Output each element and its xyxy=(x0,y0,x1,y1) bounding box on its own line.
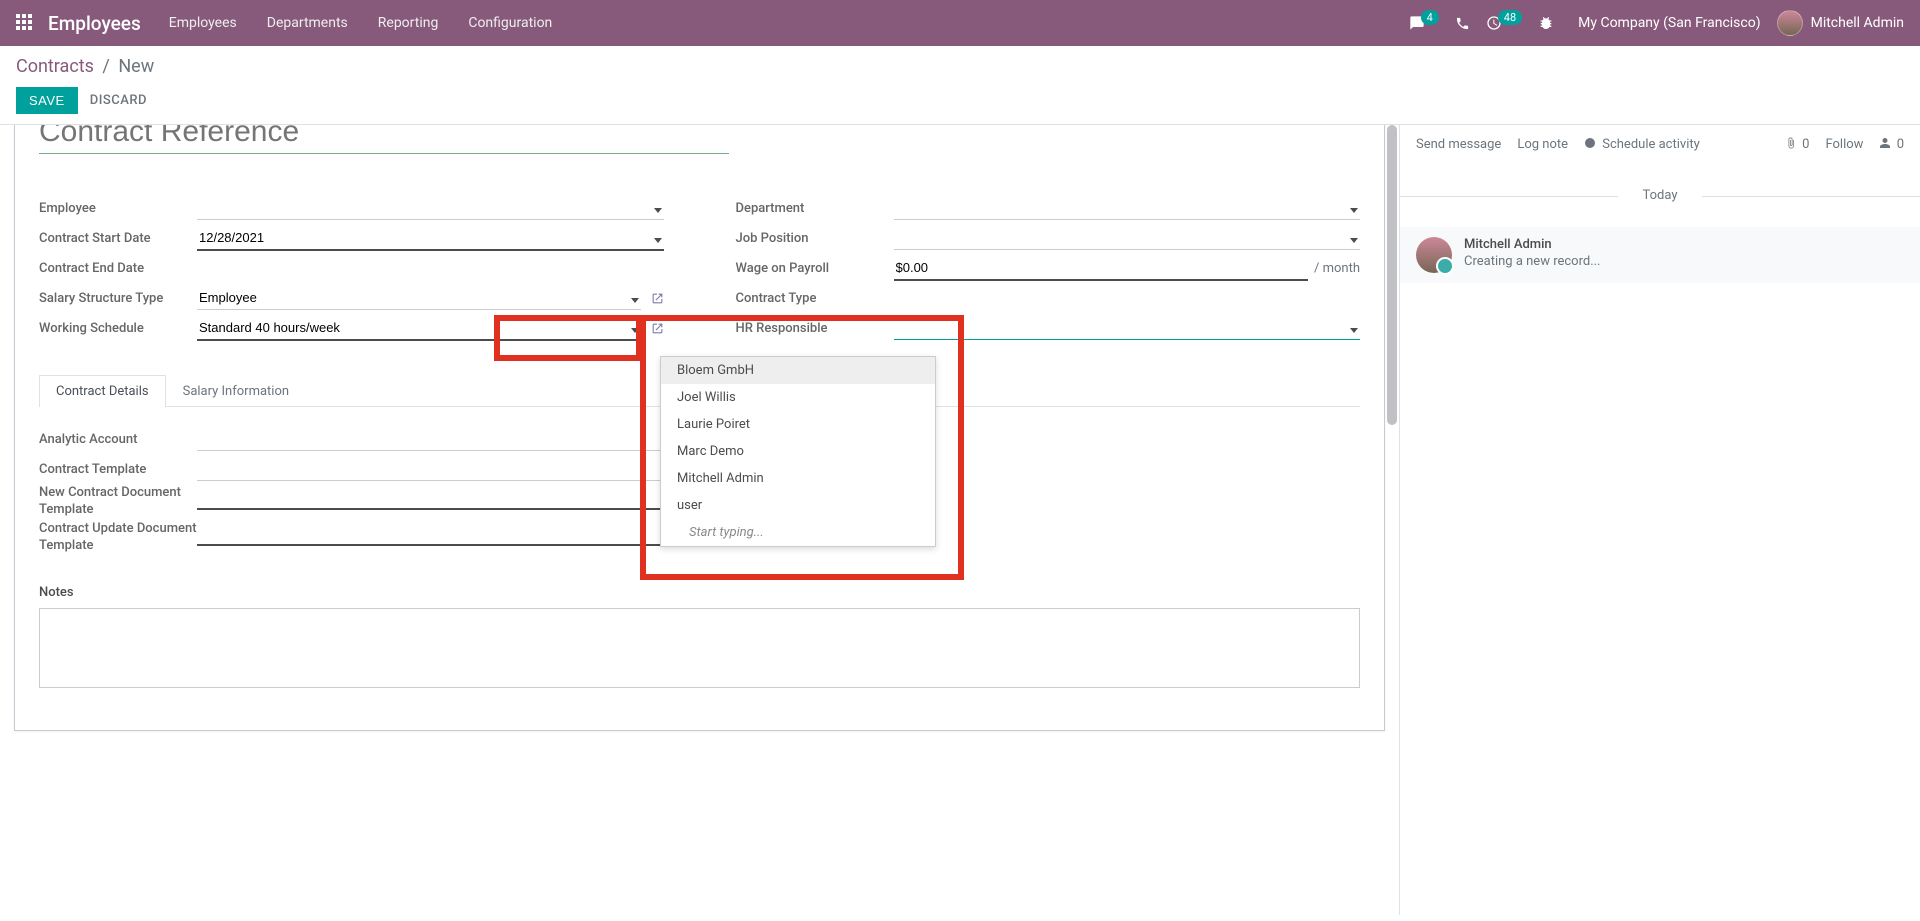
discard-button[interactable]: DISCARD xyxy=(90,88,147,113)
label-working-schedule: Working Schedule xyxy=(39,321,197,336)
contract-template-input[interactable] xyxy=(197,457,673,481)
nav-reporting[interactable]: Reporting xyxy=(378,15,439,31)
save-button[interactable]: SAVE xyxy=(16,87,78,114)
label-contract-template: Contract Template xyxy=(39,462,197,477)
breadcrumb-root[interactable]: Contracts xyxy=(16,56,94,77)
nav-configuration[interactable]: Configuration xyxy=(468,15,552,31)
dropdown-item[interactable]: Joel Willis xyxy=(661,384,935,411)
company-selector[interactable]: My Company (San Francisco) xyxy=(1578,15,1760,31)
apps-icon[interactable] xyxy=(16,14,34,32)
send-message-button[interactable]: Send message xyxy=(1416,137,1501,152)
debug-icon[interactable] xyxy=(1538,15,1554,31)
attachments-button[interactable]: 0 xyxy=(1785,137,1810,152)
label-end-date: Contract End Date xyxy=(39,261,197,276)
contract-type-input[interactable] xyxy=(894,287,1361,310)
dropdown-item[interactable]: Laurie Poiret xyxy=(661,411,935,438)
messages-badge: 4 xyxy=(1421,10,1439,25)
message-text: Creating a new record... xyxy=(1464,254,1601,269)
breadcrumb-current: New xyxy=(118,56,154,77)
user-avatar xyxy=(1777,10,1803,36)
activities-icon[interactable]: 48 xyxy=(1486,15,1522,31)
label-contract-update-doc-template: Contract Update Document Template xyxy=(39,521,197,555)
phone-icon[interactable] xyxy=(1455,16,1470,31)
external-link-icon[interactable] xyxy=(651,292,664,305)
notes-textarea[interactable] xyxy=(39,608,1360,688)
label-hr-responsible: HR Responsible xyxy=(736,321,894,336)
messaging-icon[interactable]: 4 xyxy=(1409,15,1439,31)
chatter-date-separator: Today xyxy=(1400,188,1920,203)
chevron-down-icon[interactable] xyxy=(654,202,662,217)
dropdown-item[interactable]: user xyxy=(661,492,935,519)
working-schedule-input[interactable] xyxy=(197,316,641,341)
message-author: Mitchell Admin xyxy=(1464,237,1601,252)
label-start-date: Contract Start Date xyxy=(39,231,197,246)
followers-count[interactable]: 0 xyxy=(1879,137,1904,152)
message-avatar xyxy=(1416,237,1452,273)
dropdown-start-typing: Start typing... xyxy=(661,519,935,546)
label-employee: Employee xyxy=(39,201,197,216)
hr-responsible-input[interactable] xyxy=(894,316,1361,340)
chevron-down-icon[interactable] xyxy=(631,292,639,307)
new-contract-doc-template-input[interactable] xyxy=(197,485,673,510)
salary-structure-input[interactable] xyxy=(197,286,641,310)
schedule-activity-button[interactable]: Schedule activity xyxy=(1584,137,1700,152)
chatter-panel: Send message Log note Schedule activity … xyxy=(1400,125,1920,915)
chevron-down-icon[interactable] xyxy=(1350,232,1358,247)
contract-reference-input[interactable] xyxy=(39,125,729,154)
end-date-input[interactable] xyxy=(197,257,664,280)
chevron-down-icon[interactable] xyxy=(631,322,639,337)
label-job-position: Job Position xyxy=(736,231,894,246)
analytic-account-input[interactable] xyxy=(197,427,673,451)
vertical-scrollbar[interactable] xyxy=(1387,125,1397,915)
form-area: Employee Contract Start Date Contract En… xyxy=(0,125,1400,915)
wage-input[interactable] xyxy=(894,256,1309,281)
department-input[interactable] xyxy=(894,196,1361,220)
label-analytic-account: Analytic Account xyxy=(39,432,197,447)
follow-button[interactable]: Follow xyxy=(1825,137,1863,152)
nav-departments[interactable]: Departments xyxy=(267,15,348,31)
user-menu[interactable]: Mitchell Admin xyxy=(1777,10,1904,36)
chatter-message: Mitchell Admin Creating a new record... xyxy=(1400,227,1920,283)
label-notes: Notes xyxy=(39,585,1360,600)
label-salary-structure: Salary Structure Type xyxy=(39,291,197,306)
contract-update-doc-template-input[interactable] xyxy=(197,521,673,546)
breadcrumb: Contracts / New xyxy=(16,56,1904,77)
app-brand[interactable]: Employees xyxy=(48,12,141,35)
label-contract-type: Contract Type xyxy=(736,291,894,306)
label-department: Department xyxy=(736,201,894,216)
log-note-button[interactable]: Log note xyxy=(1517,137,1568,152)
user-name: Mitchell Admin xyxy=(1811,15,1904,31)
tab-salary-information[interactable]: Salary Information xyxy=(166,375,306,407)
hr-responsible-dropdown[interactable]: Bloem GmbH Joel Willis Laurie Poiret Mar… xyxy=(660,356,936,547)
external-link-icon[interactable] xyxy=(651,322,664,335)
nav-employees[interactable]: Employees xyxy=(169,15,237,31)
employee-input[interactable] xyxy=(197,196,664,220)
wage-unit: / month xyxy=(1314,261,1360,276)
start-date-input[interactable] xyxy=(197,226,664,251)
label-new-contract-doc-template: New Contract Document Template xyxy=(39,485,197,519)
dropdown-item[interactable]: Bloem GmbH xyxy=(661,357,935,384)
dropdown-item[interactable]: Marc Demo xyxy=(661,438,935,465)
dropdown-item[interactable]: Mitchell Admin xyxy=(661,465,935,492)
label-wage: Wage on Payroll xyxy=(736,261,894,276)
job-position-input[interactable] xyxy=(894,226,1361,250)
tab-contract-details[interactable]: Contract Details xyxy=(39,375,166,407)
chevron-down-icon[interactable] xyxy=(1350,202,1358,217)
chevron-down-icon[interactable] xyxy=(654,232,662,247)
chevron-down-icon[interactable] xyxy=(1350,322,1358,337)
activities-badge: 48 xyxy=(1498,10,1522,25)
